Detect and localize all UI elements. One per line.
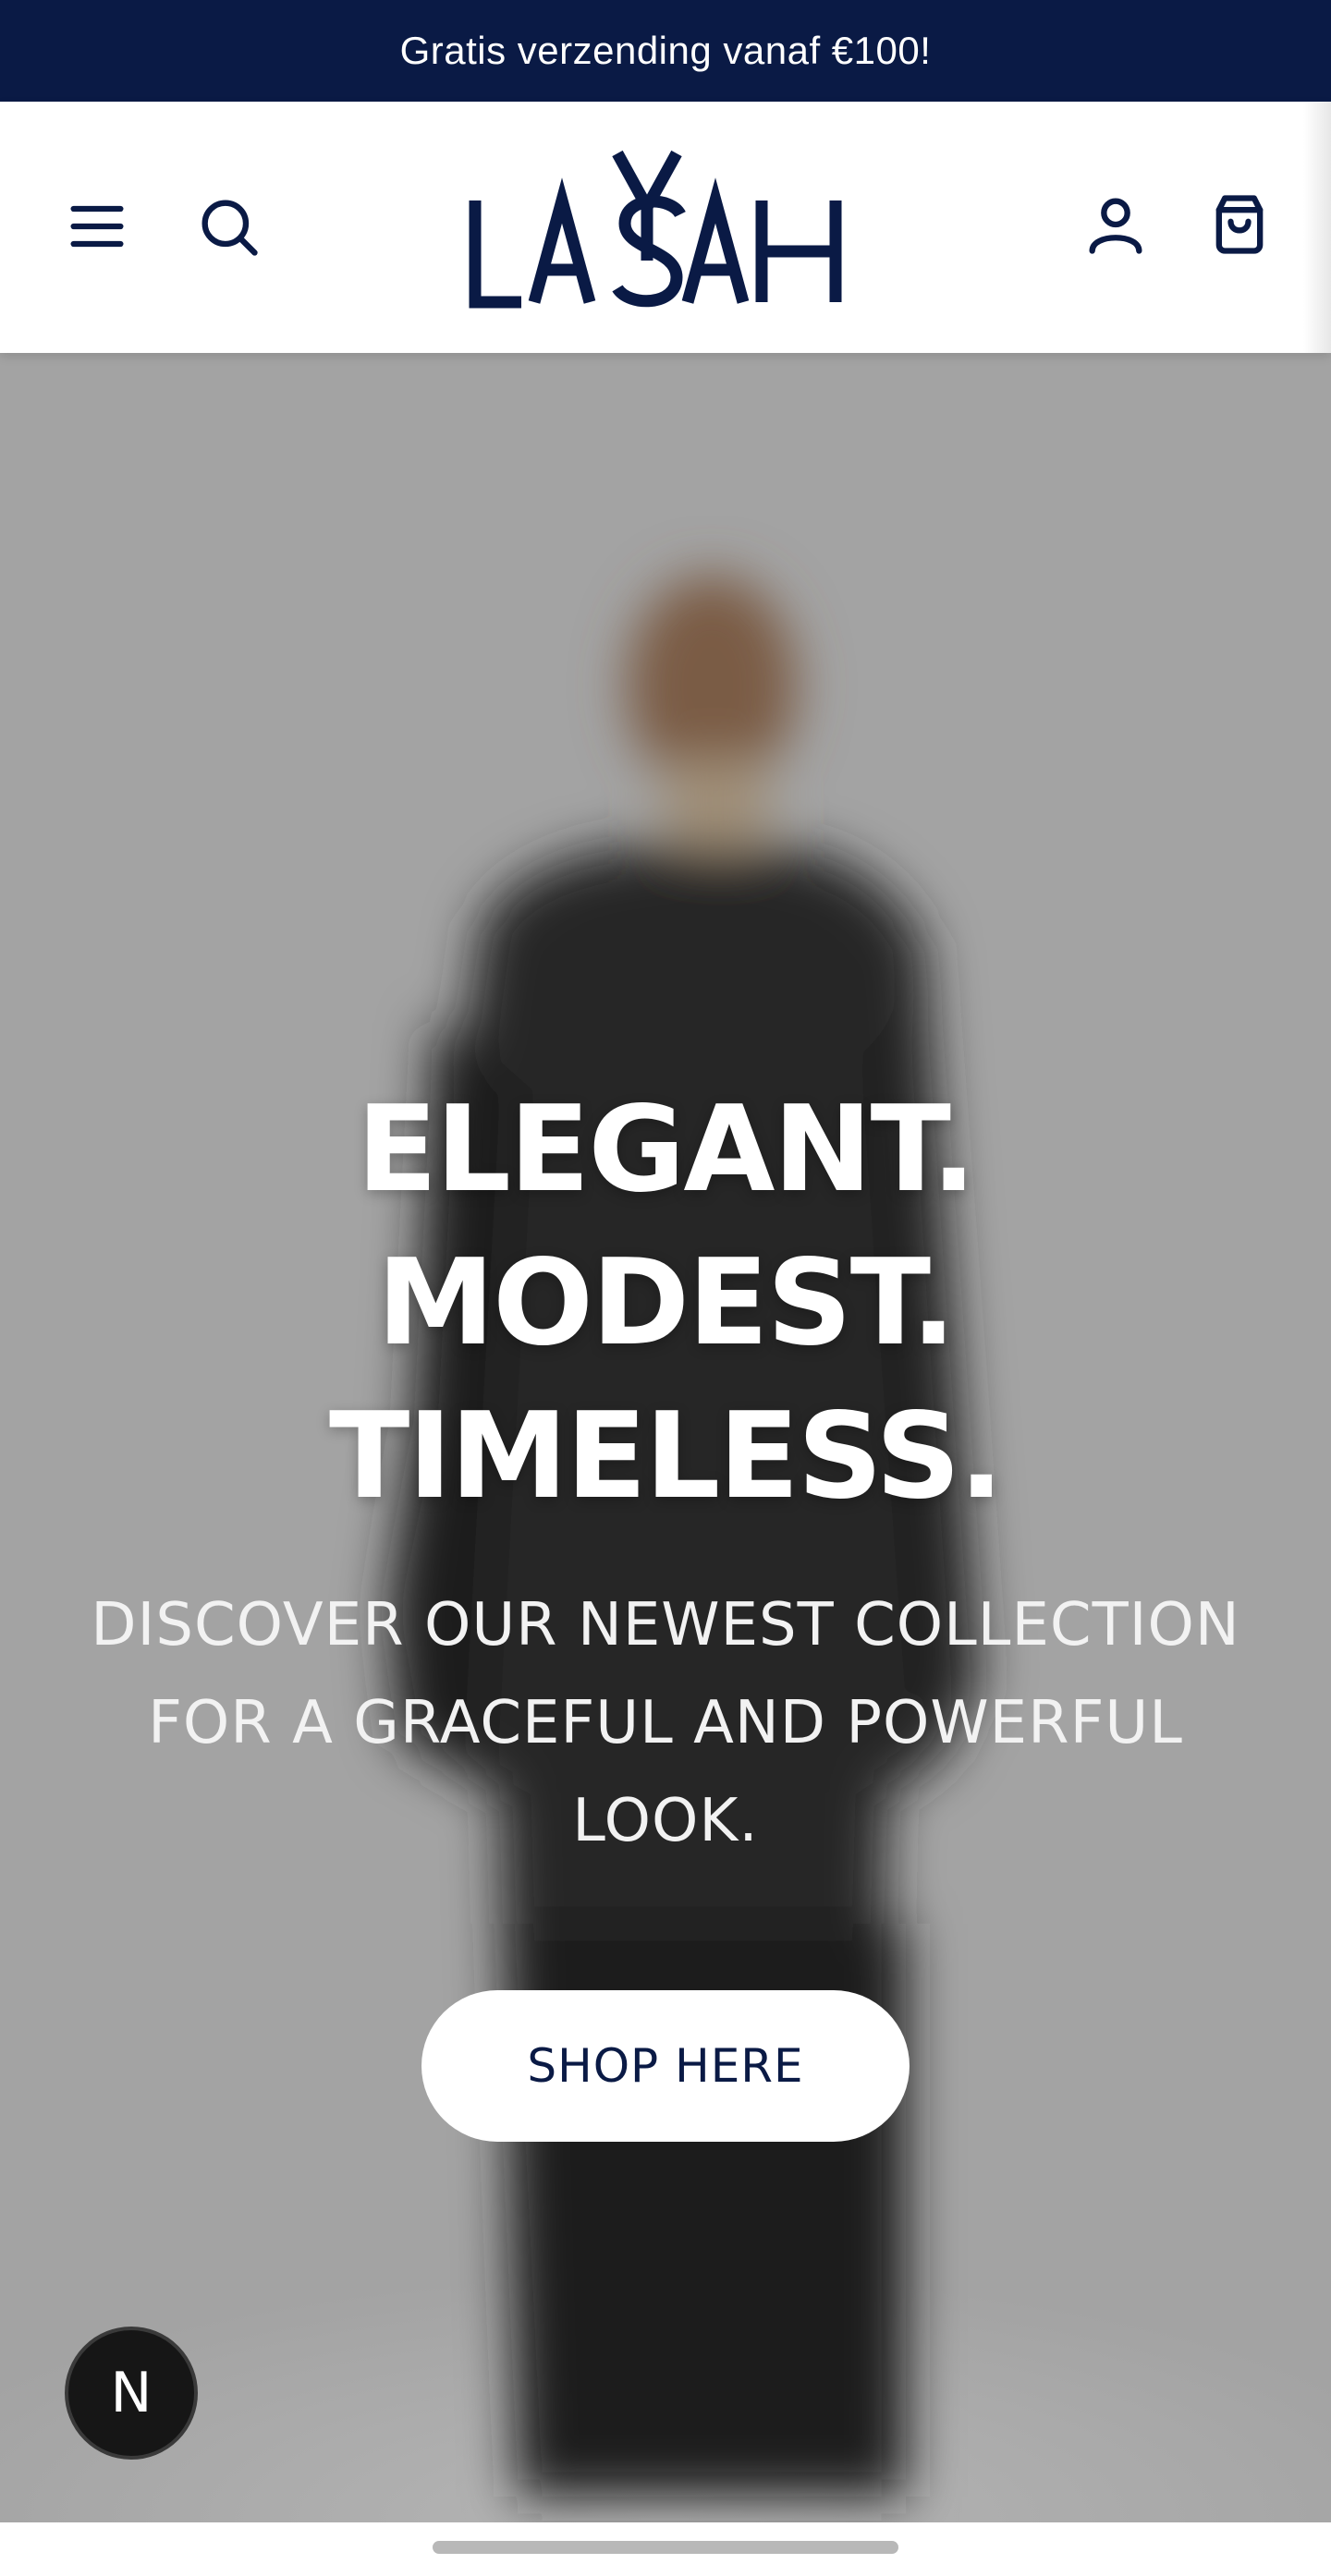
brand-logo[interactable] [462,150,869,316]
site-header [0,102,1331,353]
nextjs-dev-badge[interactable]: N [65,2327,198,2460]
header-edge-shade [1303,102,1331,353]
badge-label: N [110,2361,153,2425]
home-indicator[interactable] [433,2541,898,2554]
account-button[interactable] [1074,183,1157,266]
logo-mark [469,150,842,309]
shop-here-button[interactable]: SHOP HERE [421,1990,910,2142]
menu-button[interactable] [55,185,139,268]
user-icon [1089,198,1142,254]
hero-title: ELEGANT. MODEST. TIMELESS. [329,1081,1004,1525]
announcement-text: Gratis verzending vanaf €100! [399,29,932,72]
hero-subtitle: DISCOVER OUR NEWEST COLLECTION FOR A GRA… [91,1591,1240,1855]
search-icon [201,200,258,256]
hamburger-menu-icon [70,205,124,248]
shopping-bag-icon [1215,195,1264,254]
announcement-bar: Gratis verzending vanaf €100! [0,0,1331,102]
hero-content: ELEGANT. MODEST. TIMELESS. DISCOVER OUR … [0,1074,1331,2142]
hero-banner: ELEGANT. MODEST. TIMELESS. DISCOVER OUR … [0,353,1331,2522]
search-button[interactable] [187,185,270,268]
cart-button[interactable] [1198,183,1281,266]
